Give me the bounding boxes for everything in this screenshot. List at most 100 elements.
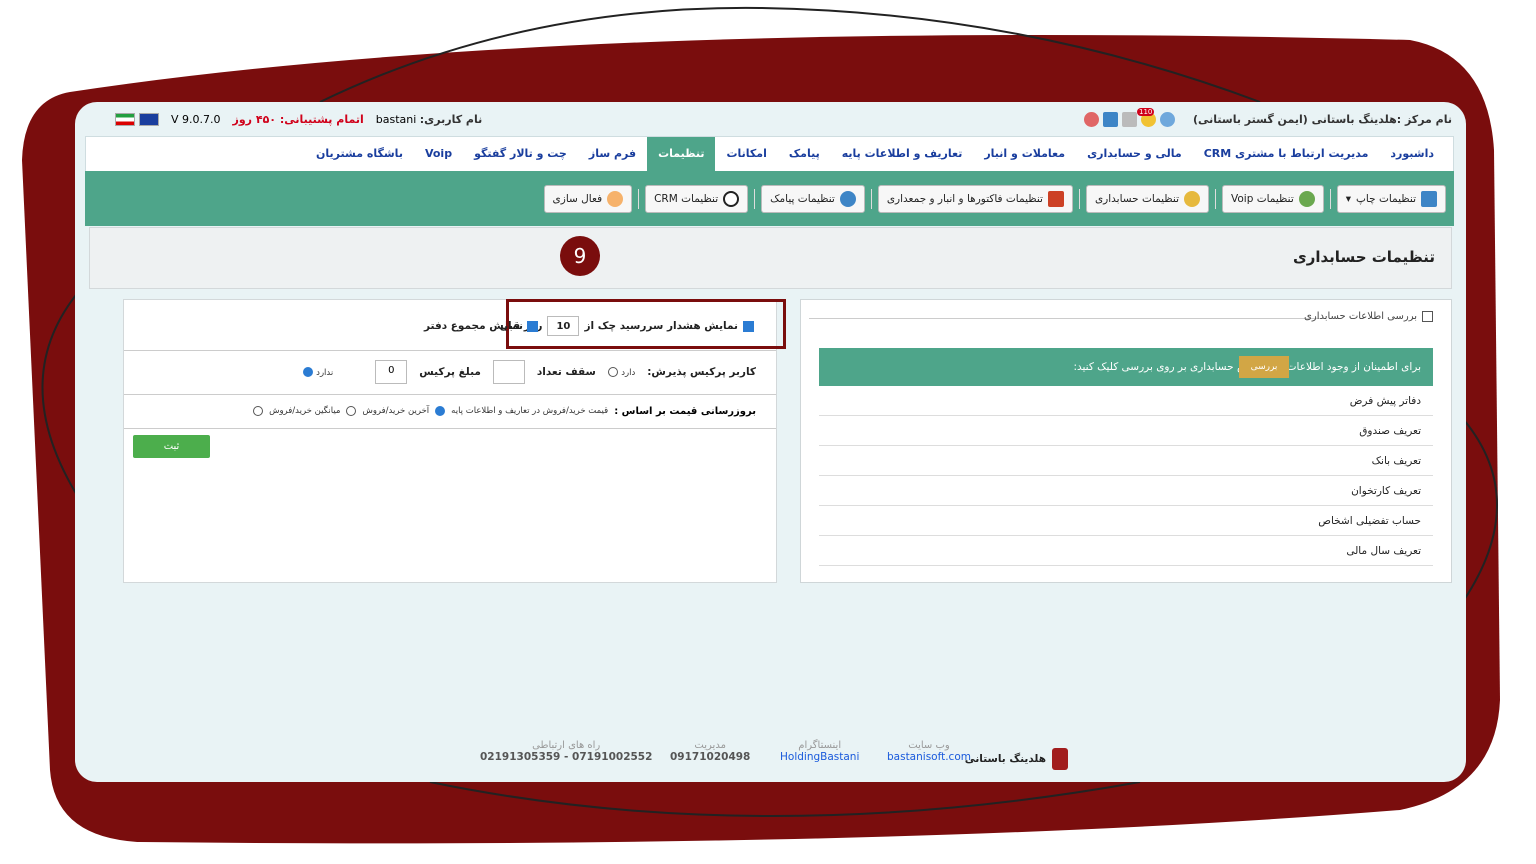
ledger-total-checkbox[interactable]	[526, 320, 538, 332]
activation-button[interactable]: فعال سازی	[543, 184, 633, 213]
website-label: وب سایت	[908, 740, 950, 751]
username-label: نام کاربری:	[419, 112, 483, 126]
price-option-base-radio[interactable]	[435, 406, 446, 416]
amount-label: مبلغ پرکیس	[419, 366, 481, 378]
nav-chat-forum[interactable]: چت و تالار گفتگو	[463, 137, 578, 171]
username: bastani	[375, 112, 417, 126]
notification-count: 110	[1136, 107, 1155, 116]
nav-form-builder[interactable]: فرم ساز	[578, 137, 647, 171]
no-label: ندارد	[316, 368, 334, 378]
price-option-last-radio[interactable]	[346, 406, 357, 416]
footer: هلدینگ باستانی وب سایت bastanisoft.com ا…	[75, 738, 1466, 782]
nav-dashboard[interactable]: داشبورد	[1379, 137, 1445, 171]
accounting-settings-label: تنظیمات حسابداری	[1094, 192, 1180, 205]
accounting-check-legend-text: بررسی اطلاعات حسابداری	[1304, 311, 1417, 322]
lock-icon	[607, 190, 624, 207]
settings-row-check-warning: نمایش هشدار سررسید چک از 10 روز قبل نمای…	[124, 299, 786, 351]
activation-label: فعال سازی	[552, 192, 603, 205]
iran-flag-icon[interactable]	[115, 112, 135, 126]
accounting-check-legend[interactable]: بررسی اطلاعات حسابداری	[1304, 311, 1433, 322]
power-icon[interactable]	[1083, 111, 1099, 127]
chat-icon[interactable]	[1159, 111, 1175, 127]
fieldset-line	[809, 318, 1321, 319]
accounting-check-checkbox[interactable]	[1422, 311, 1433, 322]
nav-trade-inventory[interactable]: معاملات و انبار	[973, 137, 1076, 171]
money-bag-icon	[1184, 190, 1201, 207]
list-item: دفاتر پیش فرض	[819, 386, 1433, 416]
receipt-card-label: کاربر پرکیس پذیرش:	[647, 366, 756, 378]
price-option-average-radio[interactable]	[253, 406, 264, 416]
accounting-check-panel: بررسی اطلاعات حسابداری برای اطمینان از و…	[800, 299, 1452, 583]
crm-settings-label: تنظیمات CRM	[654, 192, 719, 205]
invoice-icon	[1047, 190, 1064, 207]
print-settings-button[interactable]: تنظیمات چاپ ▾	[1336, 184, 1446, 213]
price-option-last: آخرین خرید/فروش	[362, 406, 430, 416]
amount-input[interactable]: 0	[375, 360, 408, 384]
settings-row-price-update: بروزرسانی قیمت بر اساس : قیمت خرید/فروش …	[124, 394, 776, 429]
instagram-link[interactable]: HoldingBastani	[780, 751, 859, 763]
list-item: حساب تفضیلی اشخاص	[819, 506, 1433, 536]
center-name: نام مرکز :هلدینگ باستانی (ایمن گستر باست…	[1192, 112, 1452, 126]
settings-row-receipt-card: کاربر پرکیس پذیرش: دارد سقف تعداد مبلغ پ…	[124, 350, 776, 395]
cap-count-input[interactable]	[492, 360, 525, 384]
username-group: نام کاربری: bastani	[376, 113, 483, 126]
list-item: تعریف صندوق	[819, 416, 1433, 446]
no-option[interactable]: ندارد	[302, 366, 334, 378]
step-badge: 9	[560, 236, 600, 276]
nav-base-definitions[interactable]: تعاریف و اطلاعات پایه	[831, 137, 974, 171]
nav-voip[interactable]: Voip	[414, 137, 463, 171]
footer-brand: هلدینگ باستانی	[965, 748, 1068, 770]
website-link[interactable]: bastanisoft.com	[887, 751, 971, 763]
page-title: تنظیمات حسابداری	[1292, 248, 1435, 266]
list-item: تعریف سال مالی	[819, 536, 1433, 566]
check-items-list: دفاتر پیش فرض تعریف صندوق تعریف بانک تعر…	[819, 386, 1433, 566]
submit-button[interactable]: ثبت	[133, 435, 210, 458]
divider	[754, 188, 756, 209]
price-option-base: قیمت خرید/فروش در تعاریف و اطلاعات پایه	[451, 406, 609, 416]
nav-accounting[interactable]: مالی و حسابداری	[1076, 137, 1193, 171]
nav-sms[interactable]: پیامک	[778, 137, 831, 171]
brand-logo-icon	[1052, 748, 1068, 770]
main-nav: داشبورد مدیریت ارتباط با مشتری CRM مالی …	[85, 136, 1454, 172]
tasks-icon[interactable]	[1102, 111, 1118, 127]
crm-settings-button[interactable]: تنظیمات CRM	[645, 184, 749, 213]
crm-icon	[723, 190, 740, 207]
divider	[1329, 188, 1331, 209]
page-header: تنظیمات حسابداری 9	[89, 227, 1452, 289]
user-info: نام کاربری: bastani اتمام پشتیبانی: ۴۵۰ …	[115, 112, 483, 126]
no-radio[interactable]	[302, 367, 313, 377]
instagram-label: اینستاگرام	[798, 740, 842, 751]
uk-flag-icon[interactable]	[139, 112, 159, 126]
accounting-settings-button[interactable]: تنظیمات حسابداری	[1085, 184, 1210, 213]
sms-settings-button[interactable]: تنظیمات پیامک	[761, 184, 865, 213]
invoice-settings-button[interactable]: تنظیمات فاکتورها و انبار و جمعداری	[877, 184, 1073, 213]
check-button[interactable]: بررسی	[1239, 356, 1289, 378]
footer-management: مدیریت 09171020498	[670, 740, 750, 763]
has-radio[interactable]	[607, 367, 618, 377]
version: V 9.0.7.0	[171, 112, 221, 126]
app-window: نام مرکز :هلدینگ باستانی (ایمن گستر باست…	[75, 102, 1466, 782]
nav-customer-club[interactable]: باشگاه مشتریان	[305, 137, 414, 171]
management-phone: 09171020498	[670, 751, 751, 763]
voip-settings-button[interactable]: تنظیمات Voip	[1222, 184, 1324, 213]
nav-settings[interactable]: تنظیمات	[647, 137, 716, 171]
ledger-total-group: نمایش مجموع دفتر	[424, 320, 538, 332]
footer-contact: راه های ارتباطی 07191002552 - 0219130535…	[480, 740, 652, 763]
cap-count-label: سقف تعداد	[536, 366, 596, 378]
nav-features[interactable]: امکانات	[715, 137, 777, 171]
notification-icon[interactable]: 110	[1136, 107, 1156, 127]
footer-instagram: اینستاگرام HoldingBastani	[780, 740, 859, 763]
list-item: تعریف کارتخوان	[819, 476, 1433, 506]
instruction-bar: برای اطمینان از وجود اطلاعات پیش فرض حسا…	[819, 348, 1433, 386]
calendar-icon[interactable]	[1121, 111, 1137, 127]
print-settings-label: تنظیمات چاپ	[1356, 192, 1416, 205]
ledger-total-label: نمایش مجموع دفتر	[424, 320, 523, 332]
has-option[interactable]: دارد	[607, 366, 635, 378]
nav-crm[interactable]: مدیریت ارتباط با مشتری CRM	[1193, 137, 1380, 171]
voip-settings-label: تنظیمات Voip	[1231, 192, 1294, 205]
divider	[638, 188, 640, 209]
footer-website: وب سایت bastanisoft.com	[887, 740, 971, 763]
support-status: اتمام پشتیبانی: ۴۵۰ روز	[232, 112, 364, 126]
top-bar: نام مرکز :هلدینگ باستانی (ایمن گستر باست…	[75, 102, 1466, 136]
sms-settings-label: تنظیمات پیامک	[770, 192, 835, 205]
